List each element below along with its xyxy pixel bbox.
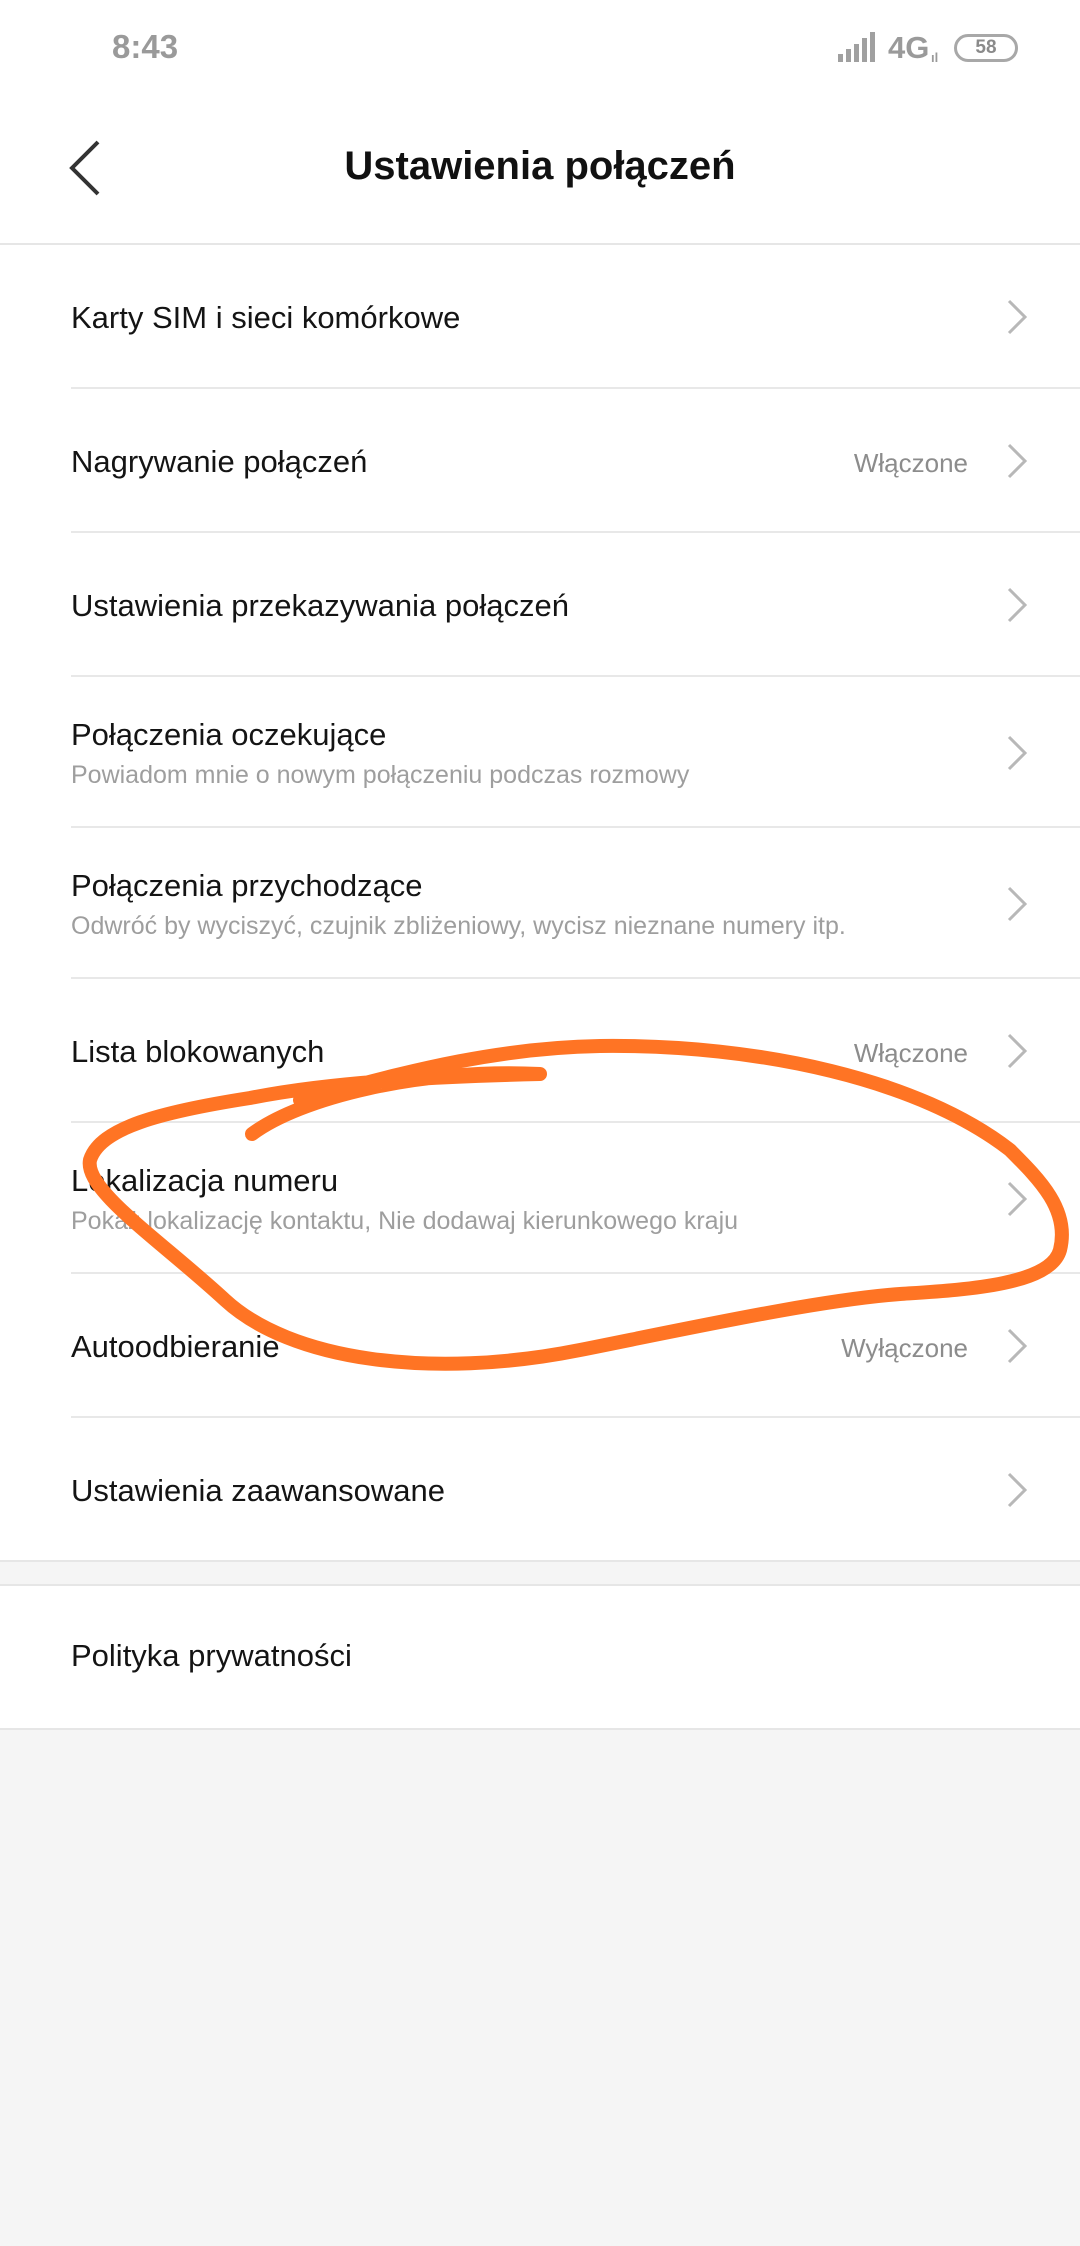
battery-icon: 58	[954, 34, 1018, 62]
setting-title: Autoodbieranie	[71, 1329, 280, 1364]
setting-title: Połączenia przychodzące	[71, 868, 423, 903]
chevron-right-icon	[1007, 1033, 1028, 1069]
status-time: 8:43	[112, 28, 179, 65]
setting-call-recording[interactable]: Nagrywanie połączeń Włączone	[0, 389, 1080, 533]
setting-value: Wyłączone	[841, 1333, 968, 1363]
setting-title: Lokalizacja numeru	[71, 1163, 339, 1198]
privacy-policy-link[interactable]: Polityka prywatności	[71, 1638, 352, 1674]
setting-sim-cards[interactable]: Karty SIM i sieci komórkowe	[0, 245, 1080, 389]
setting-call-waiting[interactable]: Połączenia oczekujące Powiadom mnie o no…	[0, 677, 1080, 828]
chevron-right-icon	[1007, 1181, 1028, 1217]
setting-auto-answer[interactable]: Autoodbieranie Wyłączone	[0, 1274, 1080, 1418]
page-title: Ustawienia połączeń	[344, 144, 736, 188]
chevron-right-icon	[1007, 886, 1028, 922]
setting-title: Lista blokowanych	[71, 1034, 325, 1069]
settings-list: Karty SIM i sieci komórkowe Nagrywanie p…	[0, 245, 1080, 1562]
chevron-right-icon	[1007, 1472, 1028, 1508]
chevron-right-icon	[1007, 299, 1028, 335]
setting-title: Połączenia oczekujące	[71, 717, 387, 752]
status-bar: 8:43 4G ıl 58	[0, 0, 1080, 100]
setting-subtitle: Powiadom mnie o nowym połączeniu podczas…	[71, 761, 690, 789]
setting-privacy-policy[interactable]: Polityka prywatności	[0, 1586, 1080, 1728]
chevron-right-icon	[1007, 587, 1028, 623]
setting-advanced[interactable]: Ustawienia zaawansowane	[0, 1418, 1080, 1560]
setting-title: Ustawienia zaawansowane	[71, 1473, 445, 1508]
chevron-right-icon	[1007, 735, 1028, 771]
setting-value: Włączone	[853, 1038, 968, 1068]
chevron-right-icon	[1007, 443, 1028, 479]
data-activity-icon: ıl	[931, 50, 939, 65]
signal-icon	[838, 32, 875, 62]
setting-title: Nagrywanie połączeń	[71, 444, 368, 479]
setting-incoming-calls[interactable]: Połączenia przychodzące Odwróć by wycisz…	[0, 828, 1080, 979]
setting-title: Ustawienia przekazywania połączeń	[71, 588, 569, 623]
setting-number-location[interactable]: Lokalizacja numeru Pokaż lokalizację kon…	[0, 1123, 1080, 1274]
setting-call-forwarding[interactable]: Ustawienia przekazywania połączeń	[0, 533, 1080, 677]
network-type: 4G	[888, 30, 930, 65]
setting-subtitle: Pokaż lokalizację kontaktu, Nie dodawaj …	[71, 1207, 739, 1235]
setting-title: Karty SIM i sieci komórkowe	[71, 300, 461, 335]
privacy-section: Polityka prywatności	[0, 1584, 1080, 1730]
app-bar: Ustawienia połączeń	[0, 100, 1080, 245]
setting-blocklist[interactable]: Lista blokowanych Włączone	[0, 979, 1080, 1123]
setting-subtitle: Odwróć by wyciszyć, czujnik zbliżeniowy,…	[71, 912, 846, 940]
setting-value: Włączone	[853, 448, 968, 478]
chevron-right-icon	[1007, 1328, 1028, 1364]
